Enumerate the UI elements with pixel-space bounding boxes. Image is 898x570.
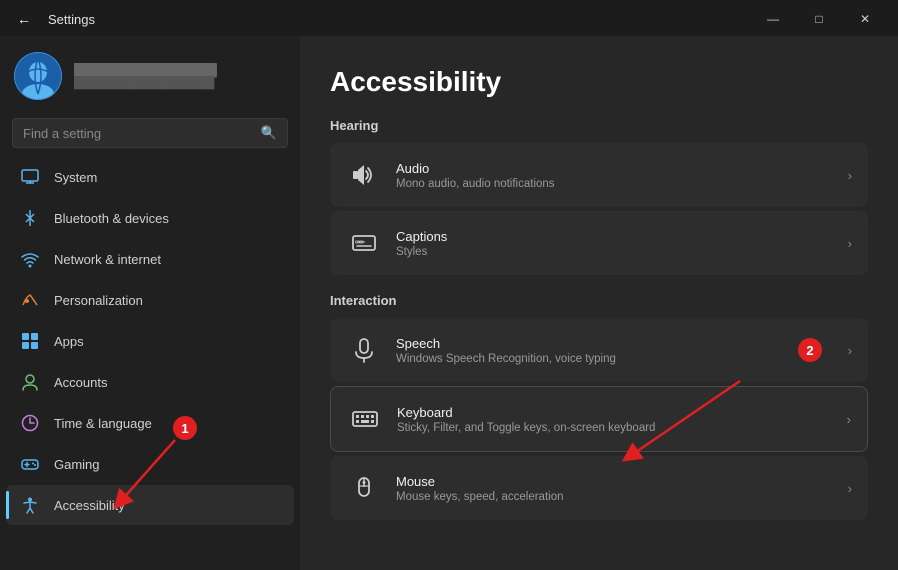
- sidebar-item-accounts-label: Accounts: [54, 375, 107, 390]
- sidebar-item-system[interactable]: System: [6, 157, 294, 197]
- minimize-button[interactable]: —: [750, 3, 796, 35]
- accessibility-icon: [20, 495, 40, 515]
- sidebar-item-personalization-label: Personalization: [54, 293, 143, 308]
- search-container: 🔍: [0, 114, 300, 156]
- sidebar-item-network[interactable]: Network & internet: [6, 239, 294, 279]
- main-layout: ████ ████ ████████ ██████████████████ 🔍: [0, 36, 898, 570]
- captions-icon: CC: [346, 225, 382, 261]
- speech-card-text: Speech Windows Speech Recognition, voice…: [396, 336, 848, 365]
- speech-card[interactable]: Speech Windows Speech Recognition, voice…: [330, 318, 868, 382]
- captions-card-subtitle: Styles: [396, 246, 848, 258]
- captions-card[interactable]: CC Captions Styles ›: [330, 211, 868, 275]
- keyboard-icon: [347, 401, 383, 437]
- mouse-card-subtitle: Mouse keys, speed, acceleration: [396, 491, 848, 503]
- keyboard-card-title: Keyboard: [397, 405, 847, 420]
- speech-icon: [346, 332, 382, 368]
- sidebar-item-time-label: Time & language: [54, 416, 152, 431]
- hearing-heading: Hearing: [330, 118, 868, 133]
- user-info: ████ ████ ████████ ██████████████████: [74, 63, 217, 89]
- user-name: ████ ████ ████████: [74, 63, 217, 77]
- titlebar: ← Settings — □ ✕: [0, 0, 898, 36]
- mouse-card-title: Mouse: [396, 474, 848, 489]
- audio-chevron-icon: ›: [848, 168, 852, 183]
- system-icon: [20, 167, 40, 187]
- mouse-chevron-icon: ›: [848, 481, 852, 496]
- mouse-card[interactable]: Mouse Mouse keys, speed, acceleration ›: [330, 456, 868, 520]
- audio-card-title: Audio: [396, 161, 848, 176]
- audio-card-text: Audio Mono audio, audio notifications: [396, 161, 848, 190]
- sidebar-item-accessibility[interactable]: Accessibility: [6, 485, 294, 525]
- sidebar-item-apps-label: Apps: [54, 334, 84, 349]
- interaction-heading: Interaction: [330, 293, 868, 308]
- section-hearing: Hearing Audio Mono audio, audio notifica…: [330, 118, 868, 275]
- maximize-button[interactable]: □: [796, 3, 842, 35]
- personalization-icon: [20, 290, 40, 310]
- user-email: ██████████████████: [74, 77, 217, 89]
- titlebar-title: Settings: [48, 12, 95, 27]
- nav-list: System Bluetooth & devices: [0, 156, 300, 526]
- keyboard-card[interactable]: Keyboard Sticky, Filter, and Toggle keys…: [330, 386, 868, 452]
- keyboard-card-subtitle: Sticky, Filter, and Toggle keys, on-scre…: [397, 422, 847, 434]
- sidebar-item-system-label: System: [54, 170, 97, 185]
- search-icon: 🔍: [261, 125, 277, 141]
- apps-icon: [20, 331, 40, 351]
- sidebar-item-bluetooth[interactable]: Bluetooth & devices: [6, 198, 294, 238]
- search-box[interactable]: 🔍: [12, 118, 288, 148]
- speech-chevron-icon: ›: [848, 343, 852, 358]
- time-icon: [20, 413, 40, 433]
- user-profile[interactable]: ████ ████ ████████ ██████████████████: [0, 36, 300, 114]
- captions-card-text: Captions Styles: [396, 229, 848, 258]
- captions-card-title: Captions: [396, 229, 848, 244]
- sidebar-item-accounts[interactable]: Accounts: [6, 362, 294, 402]
- audio-card[interactable]: Audio Mono audio, audio notifications ›: [330, 143, 868, 207]
- keyboard-chevron-icon: ›: [847, 412, 851, 427]
- page-title: Accessibility: [330, 66, 868, 98]
- svg-text:CC: CC: [355, 240, 363, 246]
- sidebar-item-time[interactable]: Time & language: [6, 403, 294, 443]
- sidebar-item-accessibility-label: Accessibility: [54, 498, 125, 513]
- mouse-icon: [346, 470, 382, 506]
- gaming-icon: [20, 454, 40, 474]
- captions-chevron-icon: ›: [848, 236, 852, 251]
- network-icon: [20, 249, 40, 269]
- sidebar-item-bluetooth-label: Bluetooth & devices: [54, 211, 169, 226]
- bluetooth-icon: [20, 208, 40, 228]
- sidebar-item-gaming[interactable]: Gaming: [6, 444, 294, 484]
- speech-card-subtitle: Windows Speech Recognition, voice typing: [396, 353, 848, 365]
- speech-card-title: Speech: [396, 336, 848, 351]
- mouse-card-text: Mouse Mouse keys, speed, acceleration: [396, 474, 848, 503]
- audio-card-subtitle: Mono audio, audio notifications: [396, 178, 848, 190]
- sidebar-item-apps[interactable]: Apps: [6, 321, 294, 361]
- audio-icon: [346, 157, 382, 193]
- avatar: [14, 52, 62, 100]
- close-button[interactable]: ✕: [842, 3, 888, 35]
- sidebar-item-network-label: Network & internet: [54, 252, 161, 267]
- sidebar-item-personalization[interactable]: Personalization: [6, 280, 294, 320]
- section-interaction: Interaction Speech Windows Speech Recogn…: [330, 293, 868, 520]
- keyboard-card-text: Keyboard Sticky, Filter, and Toggle keys…: [397, 405, 847, 434]
- titlebar-left: ← Settings: [10, 5, 95, 33]
- sidebar-item-gaming-label: Gaming: [54, 457, 100, 472]
- accounts-icon: [20, 372, 40, 392]
- back-button[interactable]: ←: [10, 5, 38, 33]
- search-input[interactable]: [23, 126, 253, 141]
- titlebar-controls: — □ ✕: [750, 3, 888, 35]
- content-area: Accessibility Hearing Audio Mono audio, …: [300, 36, 898, 570]
- sidebar: ████ ████ ████████ ██████████████████ 🔍: [0, 36, 300, 570]
